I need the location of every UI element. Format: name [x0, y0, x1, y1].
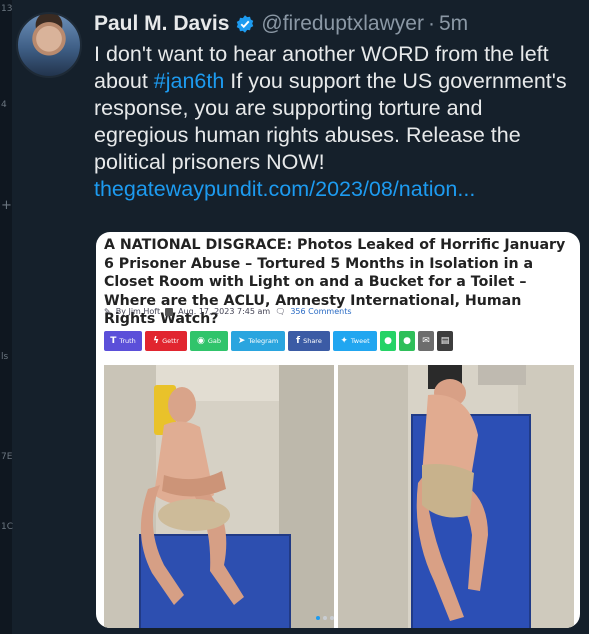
gutter-label: 1C — [1, 522, 14, 532]
gutter-label: + — [1, 198, 12, 213]
gutter-label: ls — [1, 352, 9, 362]
byline-author: By Jim Hoft — [115, 307, 161, 316]
tweet-header: Paul M. Davis @fireduptxlawyer · 5m — [94, 10, 574, 38]
share-facebook-button: f Share — [288, 331, 330, 351]
gettr-icon: ϟ — [153, 336, 160, 346]
share-buttons: T Truth ϟ Gettr ◉ Gab ➤ Telegram f Share ✦ Twe… — [104, 331, 453, 351]
tweet-text: I don't want to hear another WORD from t… — [94, 41, 574, 203]
gab-icon: ◉ — [196, 336, 205, 346]
calendar-icon — [165, 307, 174, 316]
verified-badge-icon — [237, 15, 254, 33]
carousel-dot — [316, 616, 320, 620]
byline-comments: 356 Comments — [290, 307, 352, 316]
photo-prisoner-lying — [338, 365, 574, 628]
avatar[interactable] — [16, 12, 82, 78]
truth-icon: T — [110, 336, 117, 346]
facebook-icon: f — [296, 336, 301, 346]
whatsapp-icon: ● — [380, 331, 396, 351]
pencil-icon: ✎ — [104, 307, 111, 316]
telegram-icon: ➤ — [237, 336, 246, 346]
twitter-icon: ✦ — [340, 336, 348, 346]
photo-prisoner-sitting — [104, 365, 334, 628]
byline-date: Aug. 17, 2023 7:45 am — [178, 307, 271, 316]
comments-icon: 🗨 — [275, 307, 286, 316]
share-gettr-button: ϟ Gettr — [145, 331, 187, 351]
message-icon: ● — [399, 331, 415, 351]
share-telegram-button: ➤ Telegram — [231, 331, 285, 351]
link-preview-card[interactable]: A NATIONAL DISGRACE: Photos Leaked of Ho… — [96, 232, 580, 628]
separator-dot: · — [427, 12, 435, 35]
print-icon: ▤ — [437, 331, 453, 351]
article-byline: ✎ By Jim Hoft Aug. 17, 2023 7:45 am 🗨 35… — [104, 307, 352, 316]
author-handle[interactable]: @fireduptxlawyer — [261, 10, 424, 38]
email-icon: ✉ — [418, 331, 434, 351]
share-twitter-button: ✦ Tweet — [333, 331, 377, 351]
gutter-label: 7E — [1, 452, 13, 462]
gutter-label: 13 — [1, 4, 13, 14]
carousel-dot — [330, 616, 334, 620]
left-gutter: 13 4 + ls 7E 1C — [0, 0, 14, 634]
tweet: Paul M. Davis @fireduptxlawyer · 5m I do… — [94, 10, 574, 203]
timestamp[interactable]: 5m — [439, 10, 468, 38]
hashtag-link[interactable]: #jan6th — [154, 69, 225, 93]
carousel-indicator — [316, 616, 334, 620]
share-truth-button: T Truth — [104, 331, 142, 351]
author-name[interactable]: Paul M. Davis — [94, 10, 229, 38]
gutter-label: 4 — [1, 100, 7, 110]
article-link[interactable]: thegatewaypundit.com/2023/08/nation... — [94, 177, 475, 201]
share-gab-button: ◉ Gab — [190, 331, 228, 351]
carousel-dot — [323, 616, 327, 620]
